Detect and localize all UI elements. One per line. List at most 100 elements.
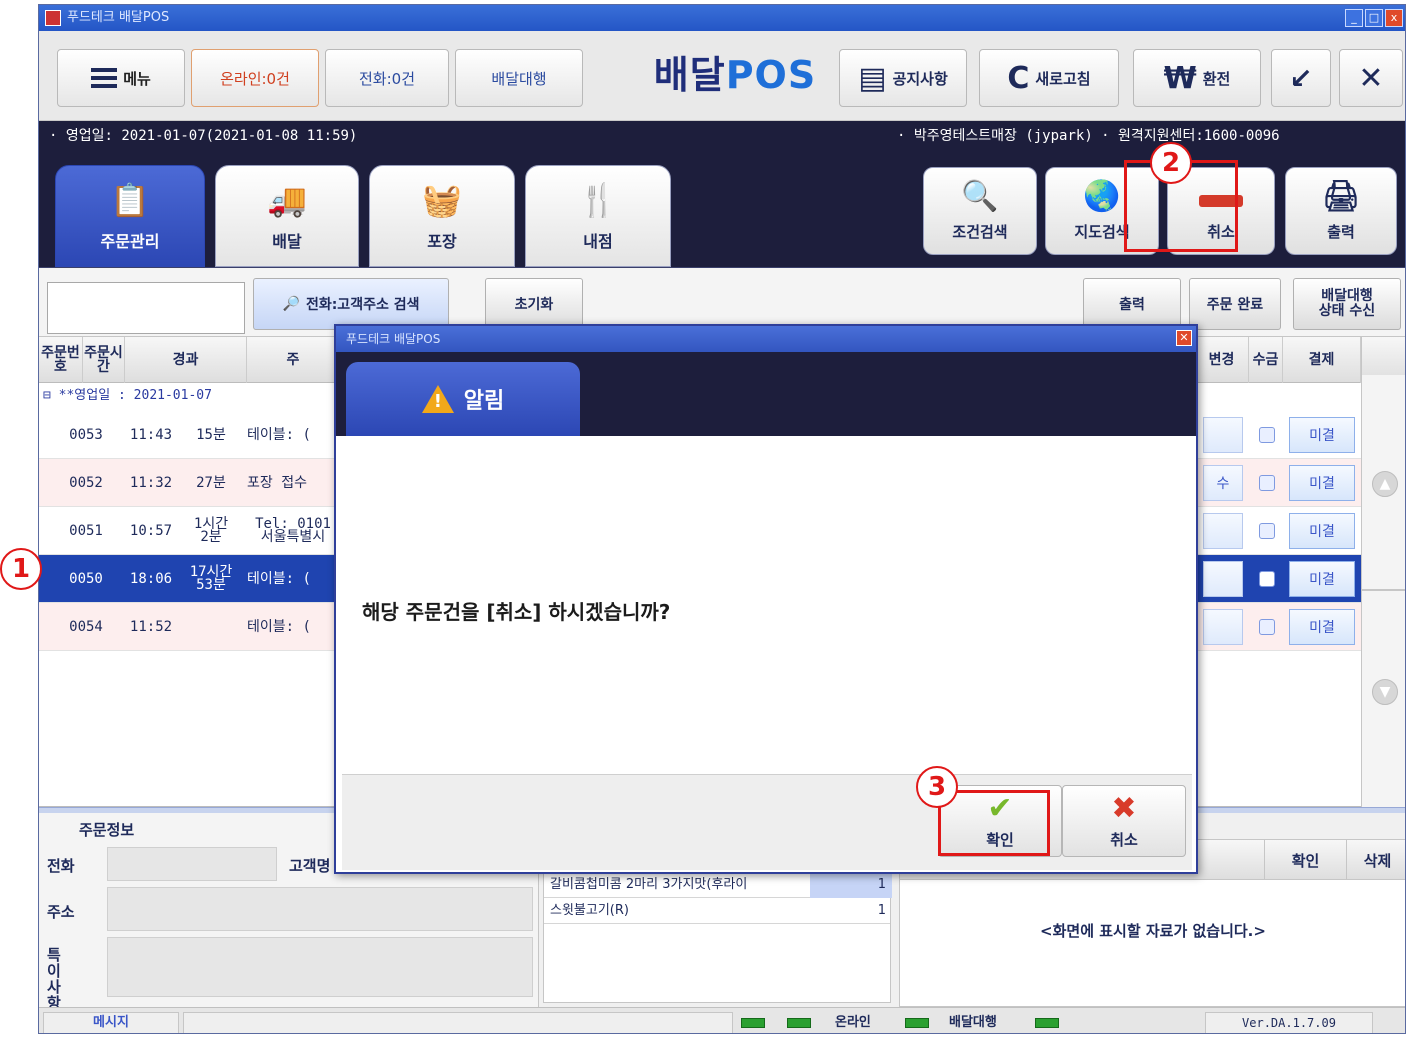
header-payment[interactable]: 결제 — [1283, 337, 1361, 383]
payment-button[interactable]: 미결 — [1289, 561, 1355, 597]
empty-message: <화면에 표시할 자료가 없습니다.> — [1040, 922, 1266, 940]
header-elapsed[interactable]: 경과 — [125, 337, 247, 383]
dialog-header: ! 알림 — [336, 352, 1196, 436]
reset-button[interactable]: 초기화 — [485, 278, 583, 330]
order-time: 11:32 — [129, 474, 173, 491]
close-app-button[interactable]: ✕ — [1339, 49, 1403, 107]
callout-step-3: 3 — [916, 766, 958, 808]
exchange-label: 환전 — [1202, 69, 1231, 88]
tab-takeout[interactable]: 🧺 포장 — [369, 165, 515, 267]
collect-checkbox[interactable] — [1259, 427, 1275, 443]
header-confirm[interactable]: 확인 — [1264, 840, 1346, 880]
menu-button[interactable]: 메뉴 — [57, 49, 185, 107]
header-change[interactable]: 변경 — [1195, 337, 1249, 383]
refresh-label: 새로고침 — [1035, 69, 1091, 88]
collect-checkbox[interactable] — [1259, 619, 1275, 635]
scroll-up-icon[interactable]: ▲ — [1372, 471, 1398, 497]
menu-items-list: 갈비콤첩미콤 2마리 3가지맛(후라이 1 스윗불고기(R) 1 — [543, 871, 892, 1003]
order-no: 0053 — [69, 426, 103, 443]
scroll-divider — [1362, 589, 1405, 591]
close-icon: ✕ — [1358, 60, 1384, 96]
elapsed-time: 17시간 53분 — [189, 564, 233, 593]
search-button-label: 전화:고객주소 검색 — [305, 297, 420, 313]
clipboard-icon: 📋 — [110, 181, 150, 219]
customer-label: 고객명 — [289, 857, 331, 875]
refresh-button[interactable]: C 새로고침 — [979, 49, 1119, 107]
tab-label: 주문관리 — [100, 232, 160, 251]
dialog-close-button[interactable]: ✕ — [1176, 330, 1192, 346]
condition-search-button[interactable]: 🔍 조건검색 — [923, 167, 1037, 255]
window-close-button[interactable]: x — [1385, 9, 1403, 27]
grid-scroll-panel: ▲ ▼ — [1361, 375, 1405, 807]
tab-delivery[interactable]: 🚚 배달 — [215, 165, 359, 267]
online-orders-button[interactable]: 온라인:0건 — [191, 49, 319, 107]
address-field[interactable] — [107, 887, 533, 931]
change-button[interactable] — [1203, 513, 1243, 549]
list-item[interactable]: 갈비콤첩미콤 2마리 3가지맛(후라이 1 — [544, 872, 892, 898]
order-time: 11:52 — [129, 618, 173, 635]
order-no: 0051 — [69, 522, 103, 539]
scroll-down-icon[interactable]: ▼ — [1372, 679, 1398, 705]
minimize-app-button[interactable]: ↙ — [1271, 49, 1331, 107]
window-minimize-button[interactable]: _ — [1345, 9, 1363, 27]
header-order-time[interactable]: 주문시간 — [83, 337, 125, 383]
confirm-dialog: 푸드테크 배달POS ✕ ! 알림 해당 주문건을 [취소] 하시겠습니까? ✔… — [334, 324, 1198, 874]
tab-label: 배달 — [272, 232, 302, 251]
tab-order-management[interactable]: 📋 주문관리 — [55, 165, 205, 267]
collect-checkbox[interactable] — [1259, 475, 1275, 491]
header-collect[interactable]: 수금 — [1249, 337, 1283, 383]
alert-title: 알림 — [463, 389, 505, 414]
payment-button[interactable]: 미결 — [1289, 417, 1355, 453]
payment-button[interactable]: 미결 — [1289, 465, 1355, 501]
list-item[interactable]: 스윗불고기(R) 1 — [544, 898, 890, 924]
header-order-no[interactable]: 주문번호 — [39, 337, 83, 383]
window-title: 푸드테크 배달POS — [67, 10, 170, 25]
change-button[interactable]: 수 — [1203, 465, 1243, 501]
window-maximize-button[interactable]: □ — [1365, 9, 1383, 27]
agency-led-icon — [1035, 1018, 1059, 1028]
collect-checkbox[interactable] — [1259, 571, 1275, 587]
status-led-icon — [741, 1018, 765, 1028]
online-led-icon — [905, 1018, 929, 1028]
change-button[interactable] — [1203, 561, 1243, 597]
note-field[interactable] — [107, 937, 533, 997]
order-no: 0052 — [69, 474, 103, 491]
phone-orders-button[interactable]: 전화:0건 — [325, 49, 449, 107]
header-delete[interactable]: 삭제 — [1346, 840, 1405, 880]
tab-dine-in[interactable]: 🍴 내점 — [525, 165, 671, 267]
printer-icon: 🖨 — [1321, 179, 1361, 214]
order-no: 0054 — [69, 618, 103, 635]
order-complete-button[interactable]: 주문 완료 — [1189, 278, 1281, 330]
customer-address-search-button[interactable]: 🔎 전화:고객주소 검색 — [253, 278, 449, 330]
screenshot-canvas: 푸드테크 배달POS _ □ x 메뉴 온라인:0건 전화:0건 배달대행 배달… — [0, 0, 1406, 1038]
order-time: 18:06 — [129, 570, 173, 587]
dialog-footer: ✔ 확인 ✖ 취소 — [342, 774, 1192, 870]
search-input[interactable] — [47, 282, 245, 334]
print-button[interactable]: 🖨 출력 — [1285, 167, 1397, 255]
tab-label: 내점 — [583, 232, 613, 251]
brand-logo: 배달POS — [635, 43, 835, 107]
order-desc: 테이블: ( — [247, 426, 311, 443]
search-icon: 🔎 — [282, 296, 300, 312]
change-button[interactable] — [1203, 417, 1243, 453]
delivery-agency-button[interactable]: 배달대행 — [455, 49, 583, 107]
phone-field[interactable] — [107, 847, 277, 881]
payment-button[interactable]: 미결 — [1289, 609, 1355, 645]
header-content[interactable]: 주 — [247, 337, 339, 383]
online-status-label: 온라인 — [835, 1015, 871, 1030]
change-button[interactable] — [1203, 609, 1243, 645]
notice-button[interactable]: ▤ 공지사항 — [839, 49, 967, 107]
list-print-button[interactable]: 출력 — [1083, 278, 1181, 330]
payment-button[interactable]: 미결 — [1289, 513, 1355, 549]
exchange-button[interactable]: ₩ 환전 — [1133, 49, 1261, 107]
message-field — [183, 1012, 733, 1033]
info-strip: · 영업일: 2021-01-07(2021-01-08 11:59) · 박주… — [39, 121, 1405, 151]
collect-checkbox[interactable] — [1259, 523, 1275, 539]
dialog-titlebar: 푸드테크 배달POS ✕ — [336, 326, 1196, 352]
agency-status-button[interactable]: 배달대행 상태 수신 — [1293, 278, 1401, 330]
status-led-icon — [787, 1018, 811, 1028]
callout-step-1: 1 — [0, 548, 42, 590]
warning-icon: ! — [421, 385, 454, 413]
confirm-cancel-button[interactable]: ✖ 취소 — [1062, 785, 1186, 857]
address-label: 주소 — [47, 903, 75, 921]
